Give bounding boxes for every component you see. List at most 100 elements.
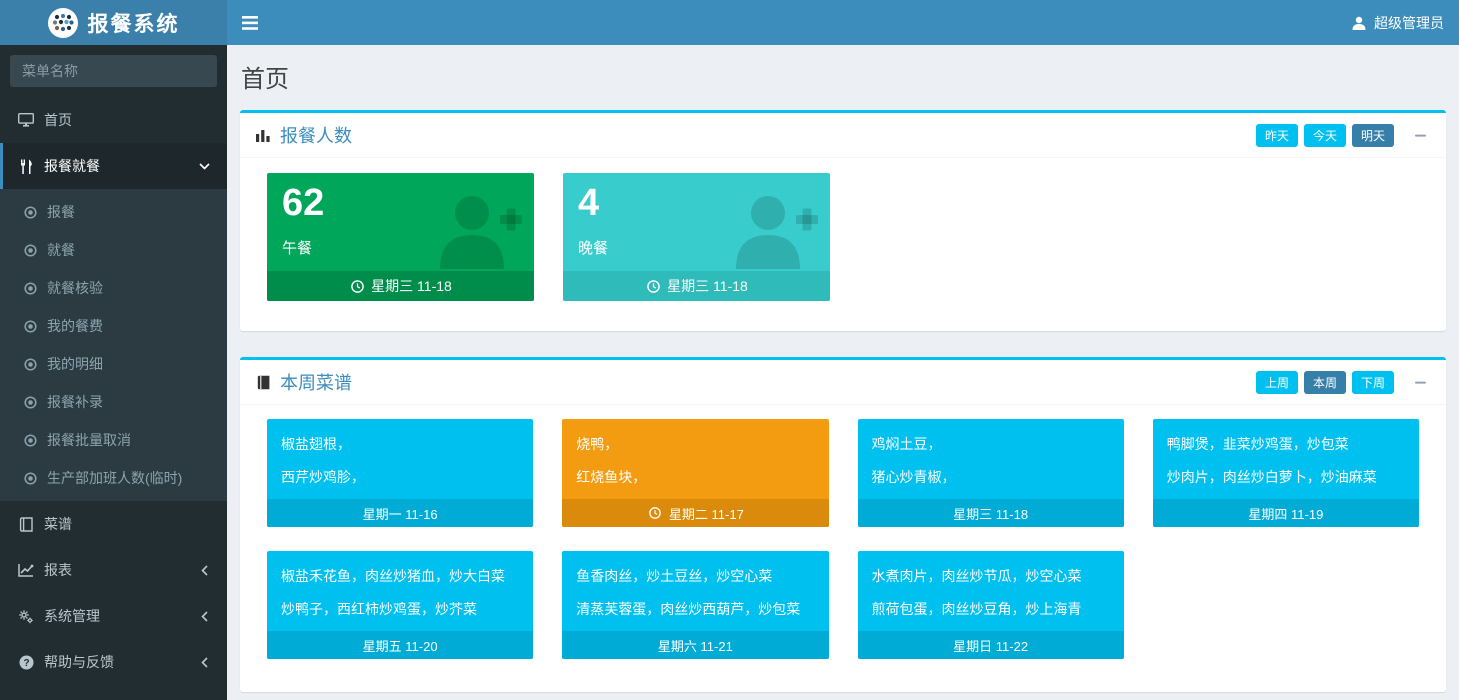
user-icon bbox=[1351, 15, 1367, 31]
panel-meal-count-body: 62 午餐 星期三 11-18 4 晚餐 星期三 11-18 bbox=[240, 158, 1446, 331]
sidebar-toggle-button[interactable] bbox=[227, 0, 273, 45]
today-button[interactable]: 今天 bbox=[1303, 123, 1346, 147]
tomorrow-button[interactable]: 明天 bbox=[1351, 123, 1394, 147]
menu-line: 烧鸭， bbox=[576, 436, 619, 452]
yesterday-button[interactable]: 昨天 bbox=[1255, 123, 1298, 147]
menu-card-saturday: 鱼香肉丝，炒土豆丝，炒空心菜 清蒸芙蓉蛋，肉丝炒西葫芦，炒包菜 星期六 11-2… bbox=[562, 551, 829, 659]
menu-line: 椒盐禾花鱼，肉丝炒猪血，炒大白菜 bbox=[281, 568, 505, 584]
bar-chart-icon bbox=[255, 127, 271, 143]
clock-icon bbox=[647, 505, 663, 521]
sidebar-item-my-details[interactable]: 我的明细 bbox=[0, 345, 227, 383]
chevron-left-icon bbox=[196, 654, 212, 670]
hamburger-icon bbox=[242, 15, 258, 31]
menu-line: 鸭脚煲，韭菜炒鸡蛋，炒包菜 bbox=[1166, 436, 1349, 452]
menu-line: 西芹炒鸡胗， bbox=[281, 469, 365, 485]
circle-dot-icon bbox=[22, 394, 38, 410]
sidebar-item-jiucan-check[interactable]: 就餐核验 bbox=[0, 269, 227, 307]
user-plus-icon bbox=[430, 191, 522, 282]
book-icon bbox=[255, 374, 271, 390]
sidebar-item-label: 报餐 bbox=[47, 204, 75, 220]
cutlery-icon bbox=[18, 158, 34, 174]
menu-date-footer: 星期三 11-18 bbox=[857, 499, 1124, 527]
menu-date: 星期日 11-22 bbox=[953, 638, 1029, 654]
sidebar-search bbox=[10, 55, 217, 87]
chevron-left-icon bbox=[196, 562, 212, 578]
sidebar-item-baocan[interactable]: 报餐 bbox=[0, 193, 227, 231]
menu-card-wednesday: 鸡焖土豆， 猪心炒青椒， 星期三 11-18 bbox=[857, 419, 1124, 527]
sidebar-item-home[interactable]: 首页 bbox=[0, 97, 227, 143]
sidebar-item-label: 就餐核验 bbox=[47, 280, 103, 296]
svg-text:?: ? bbox=[23, 658, 29, 669]
menu-line: 红烧鱼块， bbox=[576, 469, 647, 485]
sidebar-item-label: 首页 bbox=[44, 112, 72, 128]
sidebar-item-help[interactable]: ? 帮助与反馈 bbox=[0, 639, 227, 685]
menu-card-tuesday-today: 烧鸭， 红烧鱼块， 星期二 11-17 bbox=[562, 419, 829, 527]
menu-card-thursday: 鸭脚煲，韭菜炒鸡蛋，炒包菜 炒肉片，肉丝炒白萝卜，炒油麻菜 星期四 11-19 bbox=[1152, 419, 1419, 527]
sidebar-submenu: 报餐 就餐 就餐核验 我的餐费 我的明细 报餐补录 报餐批量取消 生产部加班人数… bbox=[0, 189, 227, 501]
chevron-left-icon bbox=[196, 608, 212, 624]
menu-line: 煎荷包蛋，肉丝炒豆角，炒上海青 bbox=[871, 601, 1082, 617]
sidebar-item-system[interactable]: 系统管理 bbox=[0, 593, 227, 639]
sidebar-item-label: 系统管理 bbox=[44, 608, 100, 624]
menu-date-footer: 星期四 11-19 bbox=[1152, 499, 1419, 527]
panel-title: 本周菜谱 bbox=[280, 373, 352, 393]
sidebar-item-jiucan[interactable]: 就餐 bbox=[0, 231, 227, 269]
menu-date: 星期四 11-19 bbox=[1248, 506, 1324, 522]
menu-date-footer: 星期二 11-17 bbox=[562, 499, 829, 527]
search-input[interactable] bbox=[10, 55, 215, 87]
menu-line: 炒肉片，肉丝炒白萝卜，炒油麻菜 bbox=[1166, 469, 1377, 485]
circle-dot-icon bbox=[22, 242, 38, 258]
panel-title: 报餐人数 bbox=[280, 126, 352, 146]
sidebar-item-label: 生产部加班人数(临时) bbox=[47, 470, 183, 486]
sidebar-item-label: 我的明细 bbox=[47, 356, 103, 372]
user-plus-icon bbox=[726, 191, 818, 282]
sidebar-item-label: 报餐批量取消 bbox=[47, 432, 131, 448]
circle-dot-icon bbox=[22, 356, 38, 372]
sidebar-nav: 首页 报餐就餐 报餐 就餐 就餐核验 我的餐费 我的明细 报餐补录 报餐批量取消… bbox=[0, 97, 227, 685]
menu-date: 星期五 11-20 bbox=[362, 638, 438, 654]
search-button[interactable] bbox=[215, 55, 217, 87]
lunch-stat-card: 62 午餐 星期三 11-18 bbox=[267, 173, 534, 301]
week-buttons: 上周 本周 下周 bbox=[1255, 370, 1431, 394]
menu-date-footer: 星期日 11-22 bbox=[857, 631, 1124, 659]
collapse-icon[interactable] bbox=[1414, 129, 1427, 142]
app-logo[interactable]: 报餐系统 bbox=[0, 0, 227, 45]
sidebar-item-batch-cancel[interactable]: 报餐批量取消 bbox=[0, 421, 227, 459]
last-week-button[interactable]: 上周 bbox=[1255, 370, 1298, 394]
circle-dot-icon bbox=[22, 204, 38, 220]
gears-icon bbox=[18, 608, 34, 624]
circle-dot-icon bbox=[22, 470, 38, 486]
circle-dot-icon bbox=[22, 318, 38, 334]
sidebar-item-overtime-count[interactable]: 生产部加班人数(临时) bbox=[0, 459, 227, 497]
sidebar-item-recipes[interactable]: 菜谱 bbox=[0, 501, 227, 547]
panel-meal-count-header: 报餐人数 昨天 今天 明天 bbox=[240, 113, 1446, 158]
app-logo-icon bbox=[47, 7, 78, 38]
panel-week-menu: 本周菜谱 上周 本周 下周 椒盐翅根， 西芹炒鸡胗， 星期一 11-16 烧鸭，… bbox=[240, 357, 1446, 692]
dinner-stat-card: 4 晚餐 星期三 11-18 bbox=[563, 173, 830, 301]
collapse-icon[interactable] bbox=[1414, 376, 1427, 389]
next-week-button[interactable]: 下周 bbox=[1351, 370, 1394, 394]
panel-week-menu-body: 椒盐翅根， 西芹炒鸡胗， 星期一 11-16 烧鸭， 红烧鱼块， 星期二 11-… bbox=[240, 405, 1446, 692]
sidebar-item-my-fees[interactable]: 我的餐费 bbox=[0, 307, 227, 345]
menu-date-footer: 星期一 11-16 bbox=[267, 499, 534, 527]
sidebar-item-supplement[interactable]: 报餐补录 bbox=[0, 383, 227, 421]
page-title: 首页 bbox=[241, 66, 289, 93]
user-name: 超级管理员 bbox=[1374, 14, 1444, 31]
top-navbar: 报餐系统 超级管理员 bbox=[0, 0, 1459, 45]
sidebar-item-reports[interactable]: 报表 bbox=[0, 547, 227, 593]
meal-day-buttons: 昨天 今天 明天 bbox=[1255, 123, 1431, 147]
this-week-button[interactable]: 本周 bbox=[1303, 370, 1346, 394]
menu-card-monday: 椒盐翅根， 西芹炒鸡胗， 星期一 11-16 bbox=[267, 419, 534, 527]
user-menu[interactable]: 超级管理员 bbox=[1336, 0, 1459, 45]
menu-date: 星期六 11-21 bbox=[657, 638, 733, 654]
menu-line: 清蒸芙蓉蛋，肉丝炒西葫芦，炒包菜 bbox=[576, 601, 801, 617]
menu-date: 星期二 11-17 bbox=[668, 506, 744, 522]
menu-line: 水煮肉片，肉丝炒节瓜，炒空心菜 bbox=[871, 568, 1082, 584]
sidebar-item-meal-parent[interactable]: 报餐就餐 bbox=[0, 143, 227, 189]
sidebar-item-label: 报餐就餐 bbox=[44, 158, 100, 174]
desktop-icon bbox=[18, 112, 34, 128]
menu-line: 椒盐翅根， bbox=[281, 436, 351, 452]
sidebar-item-label: 报餐补录 bbox=[47, 394, 103, 410]
menu-line: 猪心炒青椒， bbox=[871, 469, 956, 485]
circle-dot-icon bbox=[22, 432, 38, 448]
